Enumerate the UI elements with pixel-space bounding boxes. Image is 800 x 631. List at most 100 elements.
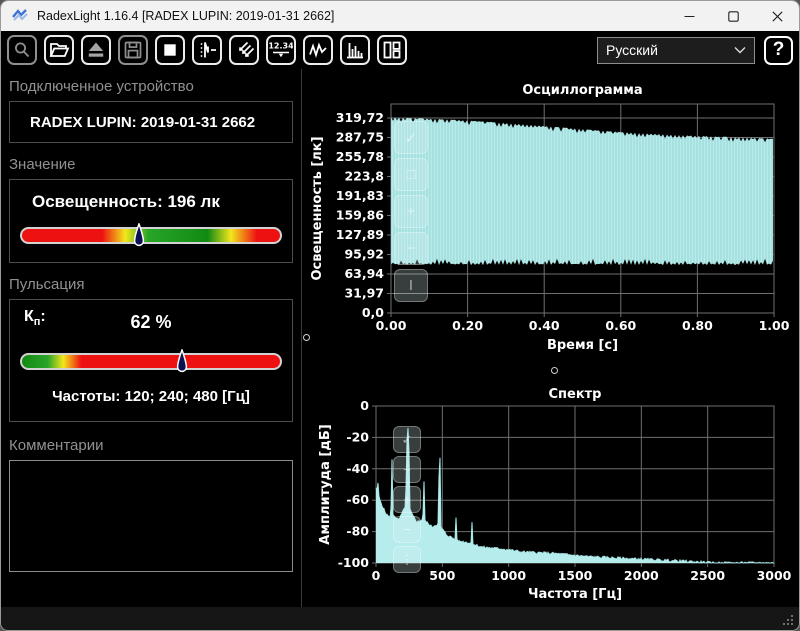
save-file-button[interactable] <box>118 35 148 65</box>
svg-text:Освещенность [лк]: Освещенность [лк] <box>310 136 325 280</box>
frequencies-label: Частоты: 120; 240; 480 [Гц] <box>20 388 282 405</box>
chart-check-tool[interactable]: ✓ <box>394 121 428 154</box>
value-section-heading: Значение <box>9 156 293 173</box>
spectrum-chart: 0 500 1000 1500 2000 2500 3000 0 -20 -40 -60 -80 -10… <box>301 369 798 606</box>
svg-text:0.80: 0.80 <box>682 318 713 333</box>
kp-label: Кп: <box>24 308 46 328</box>
comments-section-heading: Комментарии <box>9 437 293 454</box>
svg-text:223,8: 223,8 <box>344 168 384 183</box>
resize-grip-icon[interactable] <box>781 613 793 625</box>
stop-square-icon <box>158 38 182 62</box>
eject-icon <box>84 38 108 62</box>
svg-text:0: 0 <box>360 398 369 413</box>
open-file-button[interactable] <box>44 35 74 65</box>
device-name-box: RADEX LUPIN: 2019-01-31 2662 <box>9 101 293 143</box>
svg-text:3000: 3000 <box>757 568 792 583</box>
chart-check-tool[interactable]: ✓ <box>393 426 421 453</box>
svg-text:-80: -80 <box>346 524 369 539</box>
svg-text:500: 500 <box>429 568 455 583</box>
svg-text:31,97: 31,97 <box>344 285 384 300</box>
svg-text:95,92: 95,92 <box>344 246 384 261</box>
svg-text:Частота [Гц]: Частота [Гц] <box>528 587 622 602</box>
pulsation-marker-icon <box>176 349 188 374</box>
language-value: Русский <box>606 42 658 58</box>
pulsation-view-button[interactable] <box>192 35 222 65</box>
svg-text:1500: 1500 <box>558 568 593 583</box>
window-title: RadexLight 1.16.4 [RADEX LUPIN: 2019-01-… <box>37 9 334 23</box>
svg-text:0.60: 0.60 <box>605 318 636 333</box>
device-section-heading: Подключенное устройство <box>9 78 293 95</box>
maximize-button[interactable] <box>711 1 755 31</box>
comments-input[interactable] <box>9 460 293 572</box>
svg-text:0: 0 <box>372 568 381 583</box>
chart-zoom-in-tool[interactable]: + <box>393 486 421 513</box>
language-select[interactable]: Русский <box>597 37 755 64</box>
svg-text:Спектр: Спектр <box>548 387 601 402</box>
spectrum-toolbar: ✓ ~ + − ⋮ <box>393 426 421 573</box>
toolbar-buttons: 12.34 <box>7 35 407 65</box>
svg-text:12.34: 12.34 <box>269 42 293 51</box>
svg-text:-100: -100 <box>338 555 370 570</box>
svg-text:255,78: 255,78 <box>336 149 384 164</box>
pulsation-scale-bar <box>20 353 282 370</box>
svg-text:-40: -40 <box>346 461 369 476</box>
value-box: Освещенность: 196 лк <box>9 179 293 263</box>
stop-record-button[interactable] <box>155 35 185 65</box>
svg-text:Осциллограмма: Осциллограмма <box>522 83 642 98</box>
chart-copy-tool[interactable]: □ <box>394 158 428 191</box>
left-panel: Подключенное устройство RADEX LUPIN: 201… <box>1 69 301 607</box>
layout-split-button[interactable] <box>377 35 407 65</box>
split-layout-icon <box>380 38 404 62</box>
magnifier-icon <box>10 38 34 62</box>
numeric-display-button[interactable]: 12.34 <box>266 35 296 65</box>
svg-text:159,86: 159,86 <box>336 207 385 222</box>
svg-text:127,89: 127,89 <box>336 227 384 242</box>
svg-text:0,0: 0,0 <box>362 305 384 320</box>
svg-text:2000: 2000 <box>624 568 659 583</box>
chart-zoom-out-tool[interactable]: − <box>394 232 428 265</box>
chart-more-tool[interactable]: ⋮ <box>393 546 421 573</box>
chart-zoom-out-tool[interactable]: − <box>393 516 421 543</box>
chevron-down-icon <box>734 43 746 57</box>
waveform-icon <box>306 38 330 62</box>
svg-text:2500: 2500 <box>690 568 725 583</box>
svg-text:319,72: 319,72 <box>336 110 384 125</box>
content-area: Подключенное устройство RADEX LUPIN: 201… <box>1 69 799 607</box>
svg-text:0.40: 0.40 <box>529 318 560 333</box>
chart-cursor-tool[interactable]: I <box>394 269 428 302</box>
kp-value: 62 % <box>20 306 282 333</box>
status-bar <box>1 607 799 631</box>
flicker-rays-button[interactable] <box>229 35 259 65</box>
zoom-document-button[interactable] <box>7 35 37 65</box>
open-folder-icon <box>47 38 71 62</box>
app-window: RadexLight 1.16.4 [RADEX LUPIN: 2019-01-… <box>0 0 800 631</box>
illuminance-scale-bar <box>20 227 282 244</box>
svg-text:0.20: 0.20 <box>452 318 483 333</box>
svg-text:-20: -20 <box>346 429 369 444</box>
pulsation-section-heading: Пульсация <box>9 276 293 293</box>
illuminance-value: Освещенность: 196 лк <box>32 192 282 212</box>
chart-wave-tool[interactable]: ~ <box>393 456 421 483</box>
spectrum-view-button[interactable] <box>340 35 370 65</box>
minimize-button[interactable] <box>667 1 711 31</box>
svg-text:0.00: 0.00 <box>376 318 407 333</box>
main-toolbar: 12.34 Русский ? <box>1 31 799 69</box>
pulsation-box: Кп: 62 % Частоты: 120; 240; 480 [Гц] <box>9 299 293 422</box>
svg-text:287,75: 287,75 <box>336 129 384 144</box>
pulse-minus-icon <box>195 38 219 62</box>
oscillogram-toolbar: ✓ □ + − I <box>394 121 428 302</box>
help-button[interactable]: ? <box>764 36 793 65</box>
app-logo-icon <box>11 7 29 25</box>
chart-zoom-in-tool[interactable]: + <box>394 195 428 228</box>
close-button[interactable] <box>755 1 799 31</box>
eject-device-button[interactable] <box>81 35 111 65</box>
oscillogram-view-button[interactable] <box>303 35 333 65</box>
svg-text:-60: -60 <box>346 492 369 507</box>
svg-text:1000: 1000 <box>491 568 526 583</box>
numeric-12-34-icon: 12.34 <box>269 38 293 62</box>
floppy-icon <box>121 38 145 62</box>
svg-text:63,94: 63,94 <box>344 266 384 281</box>
title-bar: RadexLight 1.16.4 [RADEX LUPIN: 2019-01-… <box>1 1 799 31</box>
histogram-icon <box>343 38 367 62</box>
oscillogram-chart: 0.000.200.400.600.801.000,031,9763,9495,… <box>301 69 798 361</box>
